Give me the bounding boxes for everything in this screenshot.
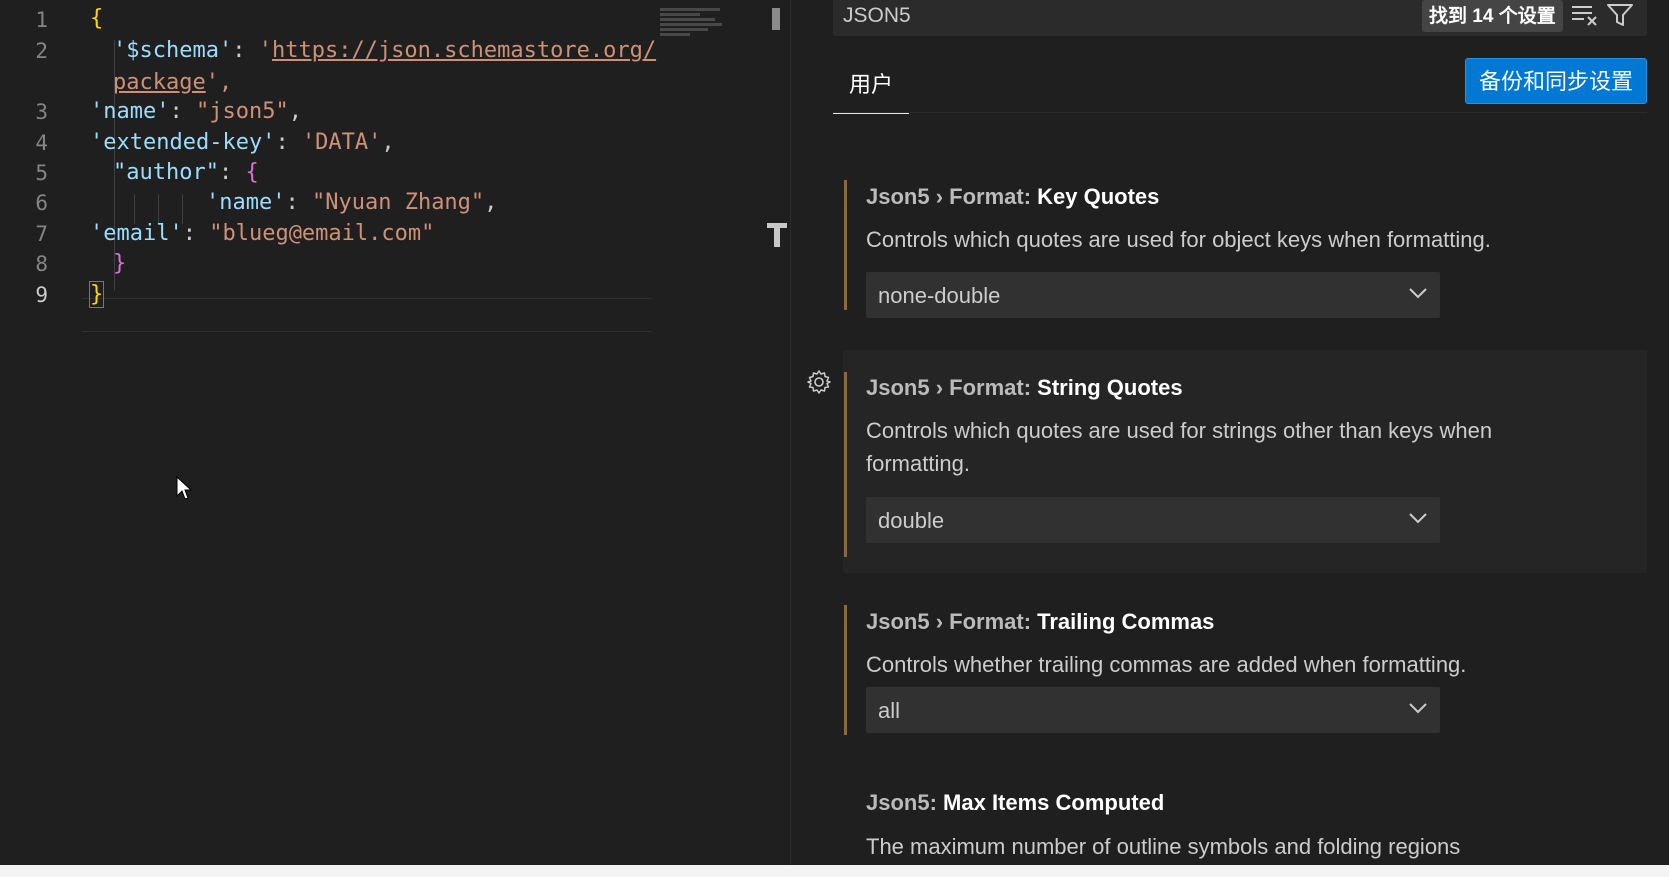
setting-key-quotes: Json5 › Format: Key Quotes Controls whic…	[844, 170, 1647, 320]
code-key: 'name'	[90, 99, 170, 124]
line-number: 7	[35, 222, 48, 246]
close-brace: }	[113, 251, 127, 276]
select-value: all	[878, 698, 901, 723]
open-brace: {	[245, 160, 259, 185]
setting-max-items-computed: Json5: Max Items Computed The maximum nu…	[851, 778, 1647, 865]
text-cursor-icon	[767, 223, 787, 247]
indent-guide	[134, 194, 135, 224]
search-value: JSON5	[843, 4, 911, 27]
code-value: 'DATA'	[301, 130, 382, 155]
string-quotes-select[interactable]: double	[866, 497, 1440, 543]
close-brace: }	[88, 281, 105, 308]
code-line: 'extended-key': 'DATA',	[90, 130, 395, 155]
setting-category: Json5 › Format:	[866, 184, 1038, 209]
code-value: "blueg@email.com"	[209, 221, 435, 246]
code-key: "author"	[113, 160, 219, 185]
code-line: package',	[113, 70, 232, 95]
bottom-edge	[0, 865, 1669, 877]
setting-description: Controls which quotes are used for strin…	[866, 418, 1493, 476]
tab-user[interactable]: 用户	[833, 68, 909, 114]
setting-title: Json5 › Format: String Quotes	[866, 375, 1183, 401]
modified-indicator	[844, 605, 847, 735]
line-number: 1	[35, 8, 48, 32]
code-comma: ,	[381, 130, 395, 155]
schema-link[interactable]: https://json.schemastore.org/	[272, 38, 656, 63]
setting-category: Json5 › Format:	[866, 375, 1038, 400]
tab-separator	[833, 112, 1647, 113]
results-count-badge: 找到 14 个设置	[1422, 0, 1563, 32]
setting-category: Json5 › Format:	[866, 609, 1038, 634]
line-number: 9	[35, 283, 48, 307]
line-number: 2	[35, 39, 48, 63]
code-colon: :	[232, 38, 259, 63]
setting-name: Key Quotes	[1037, 184, 1160, 209]
code-value: "json5"	[195, 99, 289, 124]
modified-indicator	[844, 180, 847, 310]
code-colon: :	[169, 99, 196, 124]
line-number: 4	[35, 131, 48, 155]
code-line: 'name': "Nyuan Zhang",	[206, 190, 497, 215]
code-comma: ,	[484, 190, 498, 215]
code-colon: :	[182, 221, 210, 246]
settings-panel: JSON5 找到 14 个设置 用户 备份和同步设置 Json5 › Forma…	[791, 0, 1669, 865]
setting-name: Max Items Computed	[943, 790, 1165, 815]
schema-link[interactable]: package	[113, 70, 206, 95]
line-number: 5	[35, 161, 48, 185]
chevron-down-icon	[1409, 288, 1427, 299]
code-quote: '	[258, 38, 272, 63]
code-line: 'name': "json5",	[90, 99, 302, 124]
setting-title: Json5 › Format: Trailing Commas	[866, 609, 1214, 635]
clear-filter-icon[interactable]	[1570, 3, 1600, 27]
code-value: "Nyuan Zhang"	[311, 190, 485, 215]
filter-icon[interactable]	[1606, 3, 1634, 27]
code-key: 'name'	[206, 190, 286, 215]
open-brace: {	[90, 6, 104, 31]
code-line: "author": {	[113, 160, 259, 185]
trailing-commas-select[interactable]: all	[866, 687, 1440, 733]
code-line: 'email': "blueg@email.com"	[90, 221, 434, 246]
chevron-down-icon	[1409, 513, 1427, 524]
mouse-pointer-icon	[176, 476, 192, 500]
line-number: 8	[35, 252, 48, 276]
setting-title: Json5: Max Items Computed	[866, 790, 1164, 816]
chevron-down-icon	[1409, 703, 1427, 714]
key-quotes-select[interactable]: none-double	[866, 272, 1440, 318]
code-line: '$schema': 'https://json.schemastore.org…	[113, 38, 656, 63]
code-line: }	[88, 281, 105, 308]
code-colon: :	[218, 160, 246, 185]
setting-name: String Quotes	[1037, 375, 1183, 400]
backup-sync-button[interactable]: 备份和同步设置	[1465, 58, 1647, 104]
gear-icon[interactable]	[806, 369, 832, 395]
setting-trailing-commas: Json5 › Format: Trailing Commas Controls…	[844, 595, 1647, 745]
code-key: 'extended-key'	[90, 130, 276, 155]
current-line-highlight	[82, 298, 652, 332]
modified-indicator	[844, 372, 847, 557]
setting-name: Trailing Commas	[1037, 609, 1215, 634]
line-number: 6	[35, 191, 48, 215]
setting-category: Json5:	[866, 790, 944, 815]
setting-title: Json5 › Format: Key Quotes	[866, 184, 1159, 210]
code-key: '$schema'	[113, 38, 233, 63]
setting-string-quotes: Json5 › Format: String Quotes Controls w…	[807, 350, 1647, 573]
setting-description: The maximum number of outline symbols an…	[866, 834, 1461, 859]
code-editor[interactable]: 1 2 3 4 5 6 7 8 9 { '$schema': 'https://…	[0, 0, 790, 865]
setting-description: Controls which quotes are used for objec…	[866, 227, 1491, 252]
minimap[interactable]	[660, 8, 760, 42]
select-value: none-double	[878, 283, 1001, 308]
code-line: {	[90, 6, 103, 31]
select-value: double	[878, 508, 945, 533]
scrollbar-thumb[interactable]	[772, 8, 780, 30]
line-number: 3	[35, 100, 48, 124]
code-line: }	[113, 251, 126, 276]
code-colon: :	[285, 190, 312, 215]
code-key: 'email'	[90, 221, 183, 246]
code-comma: ,	[288, 99, 302, 124]
code-string-end: ',	[205, 70, 233, 95]
setting-description: Controls whether trailing commas are add…	[866, 652, 1467, 677]
indent-guide	[182, 194, 183, 224]
code-colon: :	[275, 130, 302, 155]
indent-guide	[158, 194, 159, 224]
